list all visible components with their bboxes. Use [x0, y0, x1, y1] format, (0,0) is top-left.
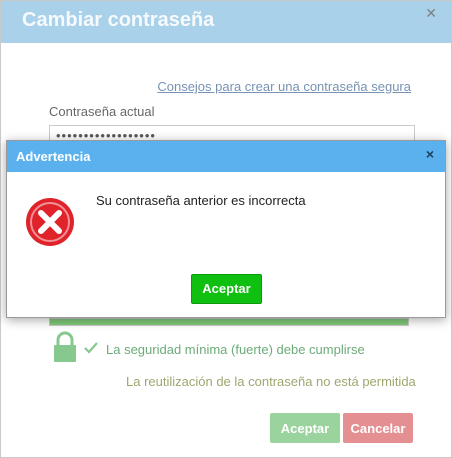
warning-message: Su contraseña anterior es incorrecta: [96, 193, 306, 208]
warning-header: Advertencia ×: [7, 141, 445, 172]
error-icon: [25, 197, 75, 252]
warning-title: Advertencia: [16, 149, 91, 164]
warning-accept-button[interactable]: Aceptar: [191, 274, 262, 304]
warning-modal: Advertencia × Su contraseña anterior es …: [6, 140, 446, 318]
warning-close-icon[interactable]: ×: [426, 146, 434, 162]
